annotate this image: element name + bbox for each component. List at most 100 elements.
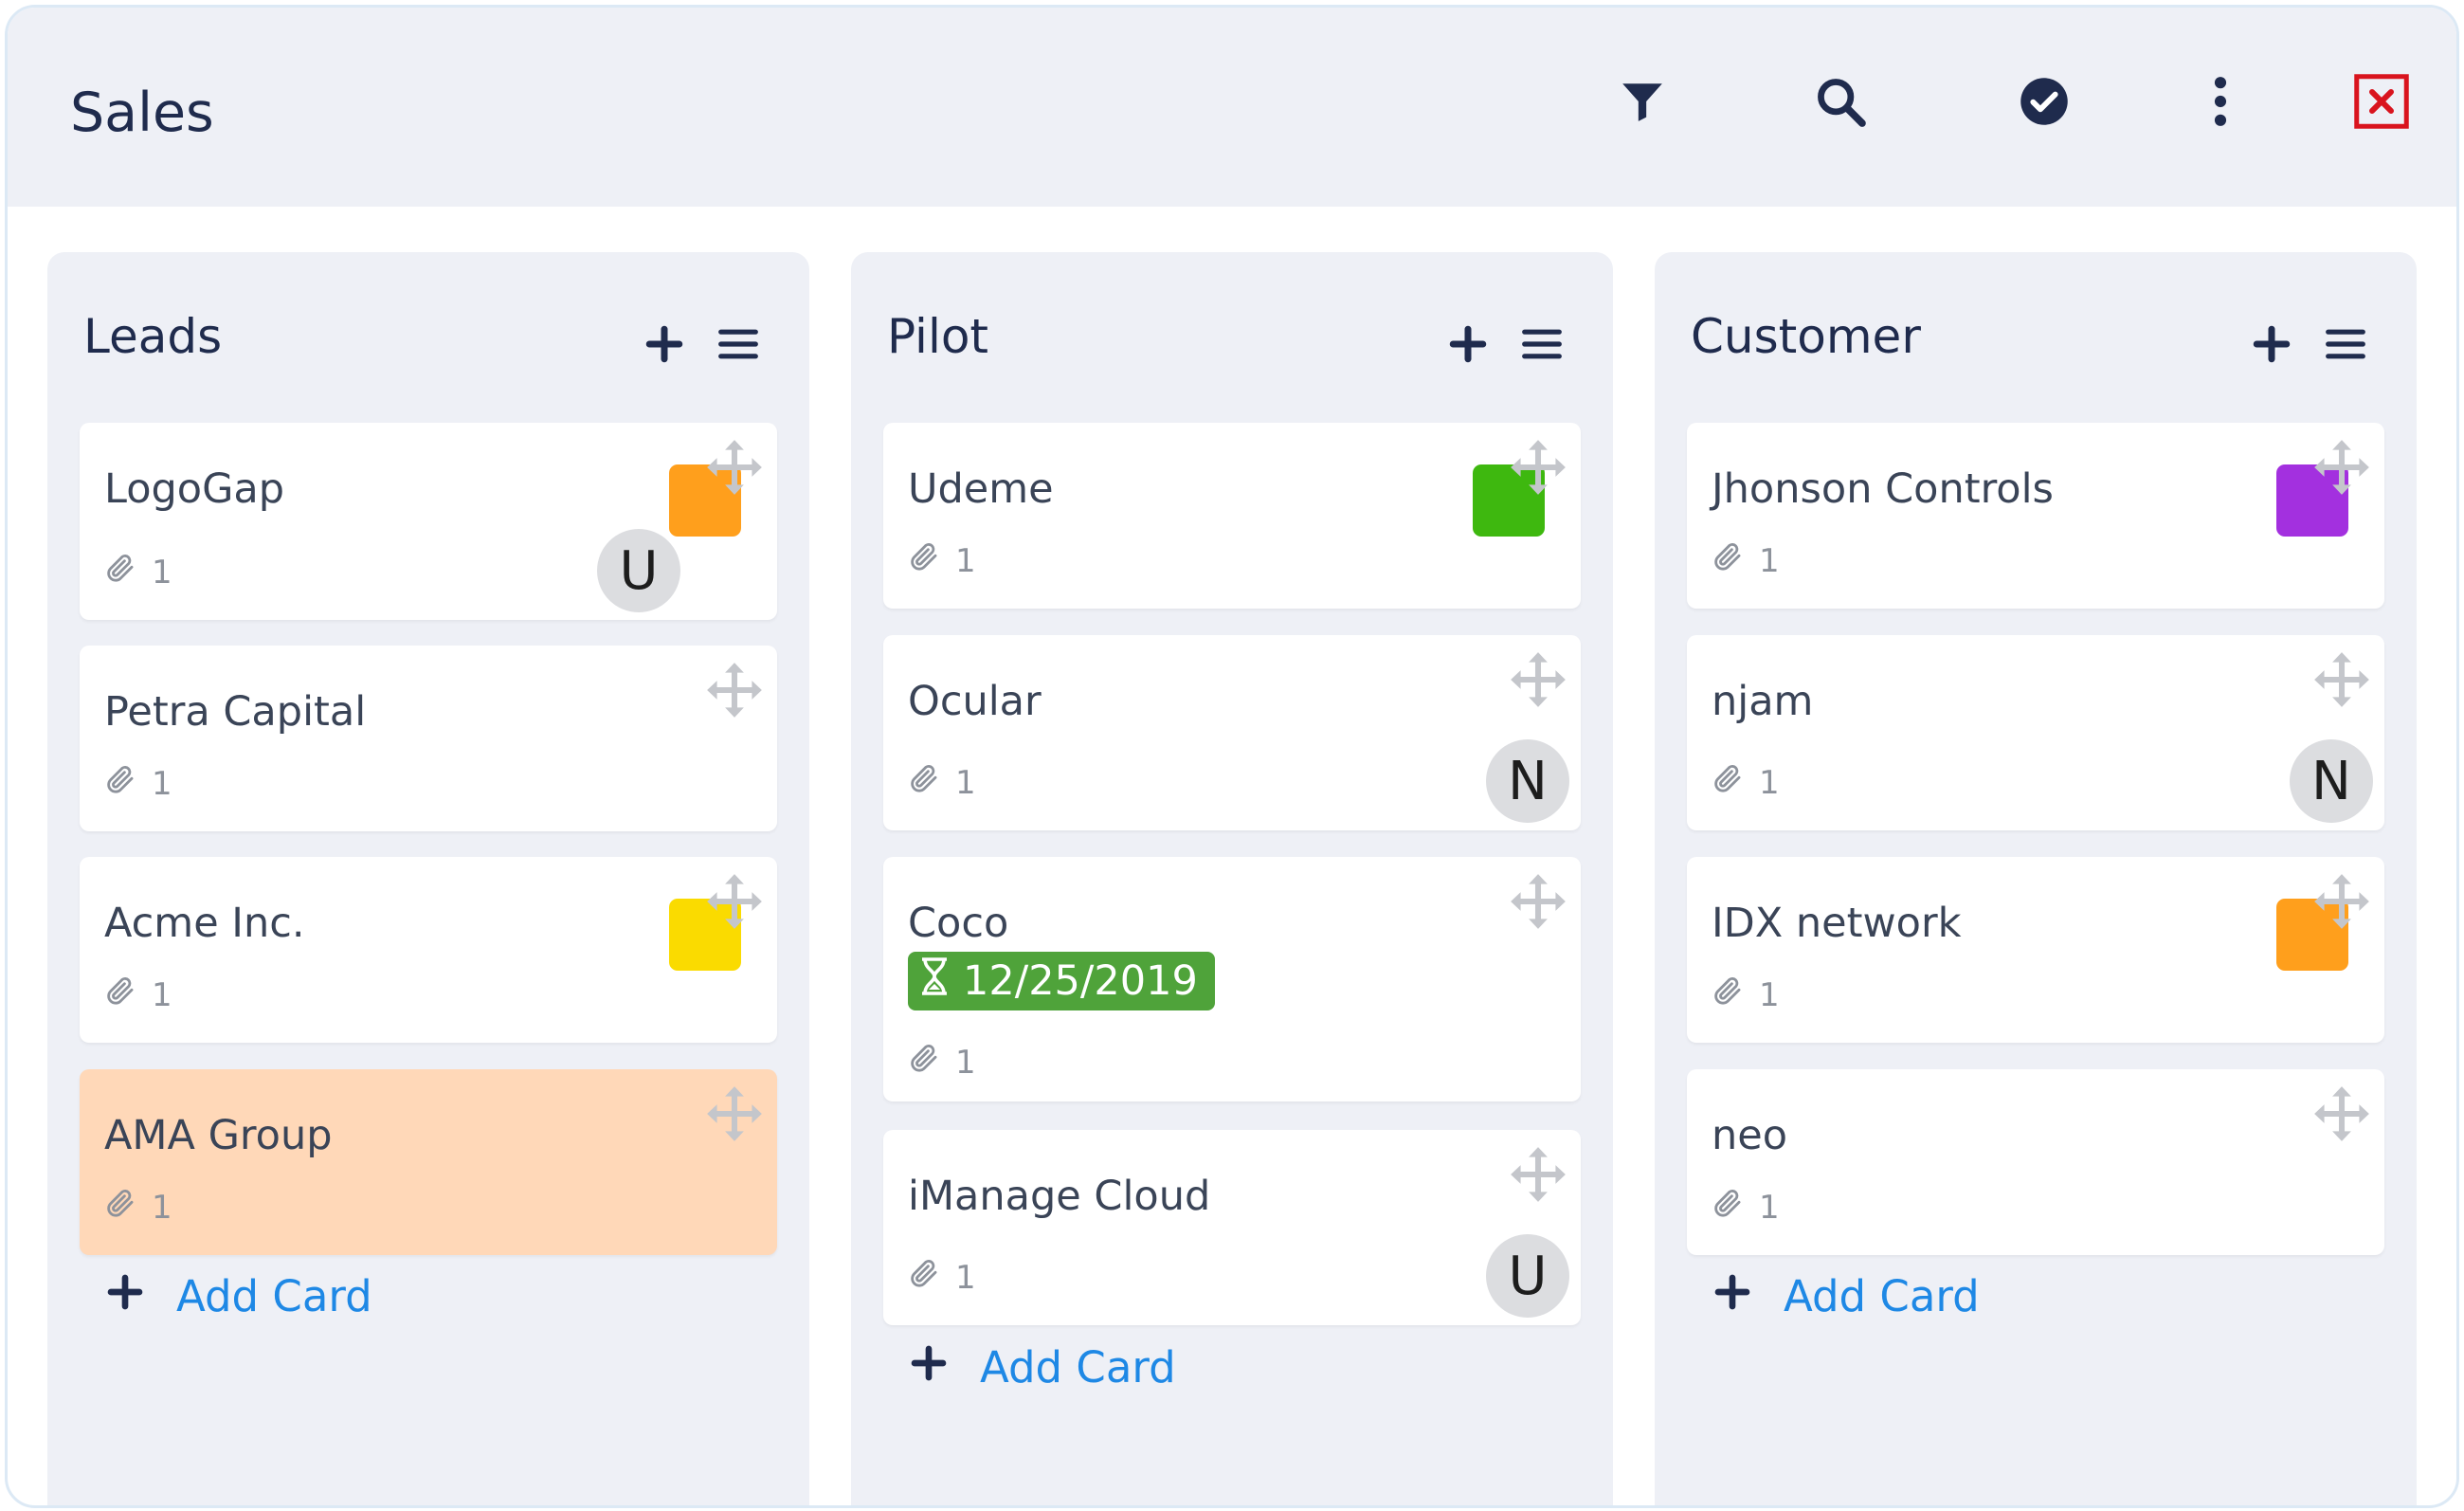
- column-menu-icon[interactable]: [711, 317, 766, 372]
- card-title: neo: [1712, 1112, 1788, 1159]
- card[interactable]: Petra Capital 1: [80, 646, 777, 831]
- avatar[interactable]: N: [1486, 739, 1569, 823]
- attachment-count: 1: [1712, 974, 1780, 1015]
- card[interactable]: Jhonson Controls 1: [1687, 423, 2384, 609]
- attachment-count: 1: [1712, 540, 1780, 581]
- paperclip-icon: [104, 1187, 152, 1228]
- attachment-number: 1: [955, 763, 976, 802]
- card[interactable]: neo 1: [1687, 1069, 2384, 1255]
- attachment-count: 1: [104, 552, 172, 592]
- card-title: Udeme: [908, 465, 1054, 513]
- attachment-count: 1: [1712, 1187, 1780, 1228]
- check-circle-icon[interactable]: [2007, 64, 2081, 138]
- attachment-count: 1: [104, 1187, 172, 1228]
- attachment-number: 1: [152, 1188, 172, 1227]
- card-title: Petra Capital: [104, 688, 367, 736]
- more-vertical-icon[interactable]: [2183, 64, 2257, 138]
- attachment-count: 1: [908, 540, 976, 581]
- card-title: Coco: [908, 900, 1009, 947]
- close-icon[interactable]: [2345, 64, 2419, 138]
- attachment-number: 1: [152, 553, 172, 592]
- move-icon[interactable]: [1507, 1143, 1569, 1206]
- add-card-button[interactable]: Add Card: [106, 1271, 372, 1321]
- attachment-number: 1: [152, 975, 172, 1014]
- paperclip-icon: [908, 540, 955, 581]
- header-bar: Sales: [8, 8, 2456, 207]
- hourglass-icon: [919, 956, 963, 1006]
- attachment-number: 1: [955, 541, 976, 580]
- plus-icon: [106, 1271, 144, 1321]
- card[interactable]: njam 1 N: [1687, 635, 2384, 830]
- column-customer: Customer Jhonson Controls 1 njam 1 N IDX netwo…: [1655, 252, 2417, 1505]
- move-icon[interactable]: [2310, 870, 2373, 933]
- avatar[interactable]: U: [597, 529, 680, 612]
- card-title: Ocular: [908, 678, 1042, 725]
- due-date-text: 12/25/2019: [963, 957, 1198, 1005]
- paperclip-icon: [1712, 974, 1759, 1015]
- move-icon[interactable]: [1507, 436, 1569, 499]
- card-title: LogoGap: [104, 465, 285, 513]
- paperclip-icon: [104, 763, 152, 804]
- move-icon[interactable]: [703, 436, 766, 499]
- column-add-icon[interactable]: [2244, 317, 2299, 372]
- attachment-number: 1: [1759, 1188, 1780, 1227]
- column-title: Leads: [83, 309, 223, 364]
- card-title: Acme Inc.: [104, 900, 305, 947]
- attachment-number: 1: [1759, 541, 1780, 580]
- card[interactable]: Udeme 1: [883, 423, 1581, 609]
- attachment-count: 1: [1712, 762, 1780, 803]
- card-title: njam: [1712, 678, 1814, 725]
- paperclip-icon: [1712, 762, 1759, 803]
- attachment-count: 1: [104, 763, 172, 804]
- move-icon[interactable]: [2310, 436, 2373, 499]
- move-icon[interactable]: [2310, 1083, 2373, 1145]
- add-card-button[interactable]: Add Card: [1713, 1271, 1980, 1321]
- move-icon[interactable]: [1507, 870, 1569, 933]
- move-icon[interactable]: [703, 659, 766, 721]
- move-icon[interactable]: [703, 870, 766, 933]
- kanban-window: Sales Leads LogoGap 1 U Petra Capital 1 Acme I…: [5, 5, 2459, 1508]
- card[interactable]: AMA Group 1: [80, 1069, 777, 1255]
- search-icon[interactable]: [1803, 64, 1877, 138]
- attachment-number: 1: [1759, 975, 1780, 1014]
- paperclip-icon: [1712, 540, 1759, 581]
- filter-icon[interactable]: [1605, 64, 1679, 138]
- column-menu-icon[interactable]: [2318, 317, 2373, 372]
- add-card-label: Add Card: [1784, 1271, 1980, 1321]
- paperclip-icon: [908, 1042, 955, 1083]
- card[interactable]: iManage Cloud 1 U: [883, 1130, 1581, 1325]
- card[interactable]: Acme Inc. 1: [80, 857, 777, 1043]
- paperclip-icon: [908, 762, 955, 803]
- card[interactable]: IDX network 1: [1687, 857, 2384, 1043]
- card[interactable]: LogoGap 1 U: [80, 423, 777, 620]
- due-date-badge: 12/25/2019: [908, 952, 1215, 1010]
- move-icon[interactable]: [2310, 648, 2373, 711]
- paperclip-icon: [104, 552, 152, 592]
- card-title: IDX network: [1712, 900, 1962, 947]
- card[interactable]: Ocular 1 N: [883, 635, 1581, 830]
- column-title: Pilot: [887, 309, 989, 364]
- column-title: Customer: [1691, 309, 1921, 364]
- paperclip-icon: [1712, 1187, 1759, 1228]
- attachment-number: 1: [955, 1258, 976, 1297]
- paperclip-icon: [908, 1257, 955, 1298]
- add-card-label: Add Card: [176, 1271, 372, 1321]
- column-menu-icon[interactable]: [1514, 317, 1569, 372]
- card[interactable]: Coco 12/25/2019 1: [883, 857, 1581, 1101]
- paperclip-icon: [104, 974, 152, 1015]
- attachment-count: 1: [908, 1257, 976, 1298]
- card-title: iManage Cloud: [908, 1173, 1211, 1220]
- attachment-number: 1: [152, 764, 172, 803]
- add-card-button[interactable]: Add Card: [910, 1342, 1176, 1393]
- card-title: Jhonson Controls: [1712, 465, 2054, 513]
- move-icon[interactable]: [703, 1083, 766, 1145]
- attachment-number: 1: [1759, 763, 1780, 802]
- column-add-icon[interactable]: [637, 317, 692, 372]
- column-add-icon[interactable]: [1440, 317, 1495, 372]
- avatar[interactable]: U: [1486, 1234, 1569, 1318]
- plus-icon: [910, 1342, 948, 1393]
- move-icon[interactable]: [1507, 648, 1569, 711]
- avatar[interactable]: N: [2290, 739, 2373, 823]
- card-title: AMA Group: [104, 1112, 333, 1159]
- attachment-count: 1: [908, 762, 976, 803]
